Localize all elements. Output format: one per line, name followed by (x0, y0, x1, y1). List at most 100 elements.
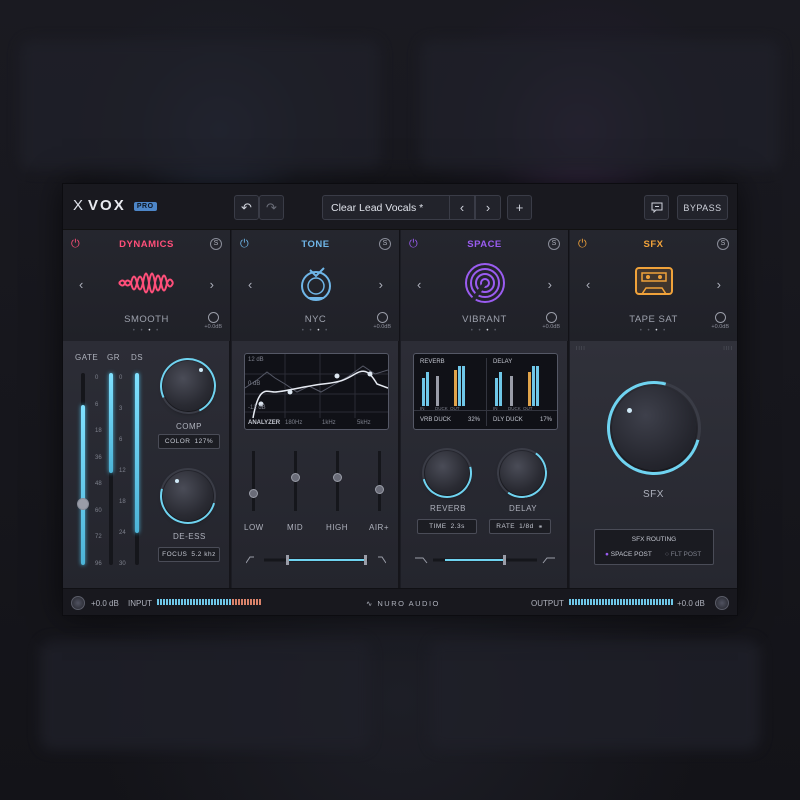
high-fader-handle[interactable] (333, 473, 342, 482)
scale-tick: 18 (119, 499, 126, 505)
scale-tick: 12 (119, 468, 126, 474)
output-gain-knob[interactable] (715, 596, 729, 610)
link-icon[interactable]: ⚭ (538, 523, 544, 531)
comment-button[interactable] (644, 195, 669, 220)
module-gain-value: +0.0dB (204, 324, 222, 330)
bulb-icon (286, 260, 346, 306)
solo-button[interactable]: S (379, 238, 391, 250)
db-top-label: 12 dB (248, 357, 264, 363)
input-label: INPUT (128, 599, 152, 608)
input-gain-knob[interactable] (71, 596, 85, 610)
logo-mark: X (73, 197, 86, 214)
output-meter (569, 599, 673, 605)
redo-button[interactable]: ↷ (259, 195, 284, 220)
level-bar (536, 366, 539, 406)
mid-fader-handle[interactable] (291, 473, 300, 482)
bg-blur (40, 640, 370, 750)
radio-unselected-icon: ○ (665, 551, 669, 558)
tilt-slider[interactable] (245, 552, 387, 565)
air-fader-handle[interactable] (375, 485, 384, 494)
mid-fader[interactable] (291, 451, 300, 511)
next-style-button[interactable]: › (548, 277, 552, 292)
next-style-button[interactable]: › (210, 277, 214, 292)
module-sfx[interactable]: ⏻ SFX S ‹ › TAPE SAT • • • • +0.0dB (570, 230, 737, 341)
freq-5k-label: 5kHz (357, 420, 371, 426)
scale-tick: 48 (95, 481, 102, 488)
route-space-post[interactable]: ● SPACE POST (605, 551, 652, 558)
scale-tick: 72 (95, 534, 102, 541)
solo-button[interactable]: S (717, 238, 729, 250)
undo-button[interactable]: ↶ (234, 195, 259, 220)
next-preset-button[interactable]: › (475, 195, 501, 220)
rate-label: RATE (496, 523, 516, 530)
route-flt-post[interactable]: ○ FLT POST (665, 551, 701, 558)
module-space[interactable]: ⏻ SPACE S ‹ › VIBRANT • • • • +0.0dB (401, 230, 569, 341)
module-tone[interactable]: ⏻ TONE S ‹ › NYC • • • • +0.0dB (232, 230, 400, 341)
prev-style-button[interactable]: ‹ (248, 277, 252, 292)
low-fader-handle[interactable] (249, 489, 258, 498)
scale-tick: 6 (95, 401, 99, 408)
module-gain-knob[interactable]: +0.0dB (204, 312, 222, 330)
vrb-duck-label: VRB DUCK (420, 417, 452, 423)
output-label: OUTPUT (531, 599, 564, 608)
logo-text: VOX (88, 197, 126, 214)
gr-meter (109, 373, 113, 565)
module-title: SPACE (467, 239, 502, 250)
gate-fader-handle[interactable] (77, 498, 89, 510)
module-gain-knob[interactable]: +0.0dB (373, 312, 391, 330)
scale-tick: 3 (119, 406, 123, 412)
prev-preset-button[interactable]: ‹ (449, 195, 475, 220)
module-gain-value: +0.0dB (373, 324, 391, 330)
rate-control[interactable]: RATE 1/8d ⚭ (489, 519, 551, 534)
grille-left: ∷∷ (576, 346, 586, 352)
eq-analyzer[interactable]: 12 dB 0 dB -12 dB ANALYZER 180Hz 1kHz 5k… (244, 353, 389, 430)
bypass-button[interactable]: BYPASS (677, 195, 728, 220)
high-fader[interactable] (333, 451, 342, 511)
time-control[interactable]: TIME 2.3s (417, 519, 477, 534)
low-fader[interactable] (249, 451, 258, 511)
vrb-duck-value[interactable]: 32% (468, 417, 480, 423)
freq-1k-label: 1kHz (322, 420, 336, 426)
module-strip: ⏻ DYNAMICS S ‹ › SMOOTH • • • • +0.0dB ⏻… (63, 230, 737, 341)
level-bar (462, 366, 465, 406)
module-gain-knob[interactable]: +0.0dB (542, 312, 560, 330)
mid-label: MID (287, 523, 304, 532)
gate-label: GATE (75, 353, 99, 362)
scale-tick: 96 (95, 561, 102, 567)
solo-button[interactable]: S (210, 238, 222, 250)
add-preset-button[interactable]: + (507, 195, 532, 220)
freq-180-label: 180Hz (285, 420, 303, 426)
level-bar (454, 370, 457, 406)
prev-style-button[interactable]: ‹ (586, 277, 590, 292)
header-bar: X VOX PRO ↶ ↷ Clear Lead Vocals * ‹ › + B… (63, 184, 737, 230)
prev-style-button[interactable]: ‹ (417, 277, 421, 292)
footer-bar: +0.0 dB INPUT ∿ NURO AUDIO OUTPUT +0.0 d… (63, 588, 737, 615)
grille-right: ∷∷ (723, 346, 733, 352)
module-gain-knob[interactable]: +0.0dB (711, 312, 729, 330)
brand-text: NURO AUDIO (377, 599, 440, 608)
delay-knob-ring (493, 444, 551, 502)
comp-knob-ring (152, 350, 224, 422)
preset-name[interactable]: Clear Lead Vocals * (322, 195, 450, 220)
next-style-button[interactable]: › (717, 277, 721, 292)
dly-duck-value[interactable]: 17% (540, 417, 552, 423)
next-style-button[interactable]: › (379, 277, 383, 292)
brand-logo-icon: ∿ (366, 599, 374, 608)
prev-style-button[interactable]: ‹ (79, 277, 83, 292)
space-panel: REVERB DELAY IN IN DUCK DUCK OUT OUT VRB DUCK… (401, 341, 569, 588)
focus-control[interactable]: FOCUS 5.2 khz (158, 547, 220, 562)
time-value: 2.3s (450, 523, 465, 530)
level-bar (528, 372, 531, 406)
space-slider[interactable] (415, 552, 555, 565)
ds-meter-fill (135, 373, 139, 533)
air-fader[interactable] (375, 451, 384, 511)
ds-meter (135, 373, 139, 565)
gain-knob-icon (207, 312, 219, 323)
bg-blur (420, 40, 780, 170)
solo-button[interactable]: S (548, 238, 560, 250)
input-meter-peak (232, 599, 262, 605)
output-gain-value: +0.0 dB (677, 599, 705, 608)
gate-fader[interactable] (77, 373, 89, 565)
module-dynamics[interactable]: ⏻ DYNAMICS S ‹ › SMOOTH • • • • +0.0dB (63, 230, 231, 341)
color-control[interactable]: COLOR 127% (158, 434, 220, 449)
